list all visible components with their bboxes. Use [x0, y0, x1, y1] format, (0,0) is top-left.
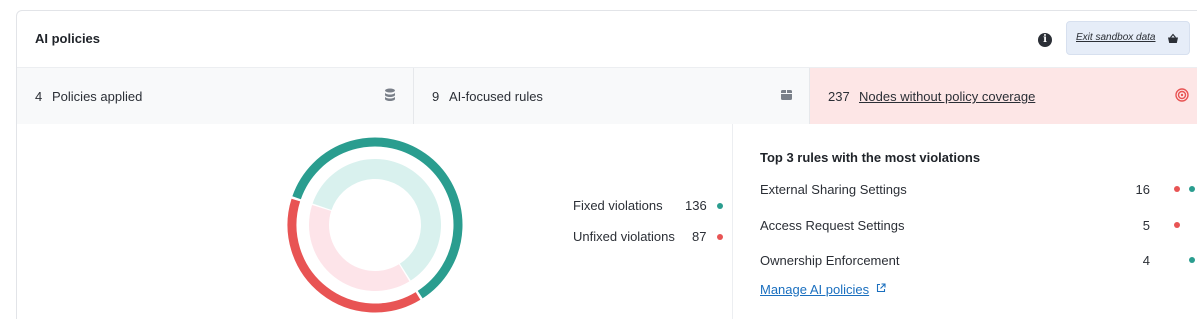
top-rules-pane: Top 3 rules with the most violations Ext…: [732, 124, 1197, 319]
box-icon: [780, 88, 793, 106]
rule-row: Ownership Enforcement 4: [760, 253, 1197, 269]
exit-sandbox-label: Exit sandbox data: [1076, 32, 1156, 43]
stat-policies-applied: 4 Policies applied: [17, 68, 414, 124]
rule-row: External Sharing Settings 16: [760, 182, 1197, 198]
legend-value: 136: [685, 198, 707, 213]
violations-donut-chart: [287, 137, 463, 313]
manage-ai-policies-link[interactable]: Manage AI policies: [760, 282, 869, 297]
stat-count: 4: [35, 89, 43, 104]
nodes-without-coverage-link[interactable]: Nodes without policy coverage: [859, 89, 1035, 104]
stat-count: 9: [432, 89, 440, 104]
external-link-icon[interactable]: [876, 280, 886, 298]
legend-label: Unfixed violations: [573, 229, 675, 244]
rule-count: 5: [1142, 218, 1150, 233]
stat-nodes-uncovered[interactable]: 237 Nodes without policy coverage: [810, 68, 1197, 124]
rule-name: External Sharing Settings: [760, 182, 907, 197]
fixed-dot: [1189, 257, 1195, 263]
stat-ai-rules: 9 AI-focused rules: [414, 68, 810, 124]
rule-name: Ownership Enforcement: [760, 253, 900, 268]
unfixed-dot: [717, 234, 723, 240]
database-icon: [384, 88, 396, 107]
violations-chart-pane: Fixed violations 136 Unfixed violations …: [17, 124, 732, 319]
rule-name: Access Request Settings: [760, 218, 905, 233]
fixed-dot: [1189, 186, 1195, 192]
legend-value: 87: [692, 229, 707, 244]
card-header: AI policies i Exit sandbox data: [17, 11, 1197, 68]
basket-icon: [1167, 32, 1179, 50]
unfixed-dot: [1174, 222, 1180, 228]
card-title: AI policies: [35, 31, 101, 46]
rule-count: 16: [1135, 182, 1150, 197]
rule-row: Access Request Settings 5: [760, 218, 1197, 234]
ai-policies-card: AI policies i Exit sandbox data 4 Polici…: [16, 10, 1197, 319]
legend-label: Fixed violations: [573, 198, 663, 213]
rule-count: 4: [1142, 253, 1150, 268]
legend-fixed: Fixed violations 136: [573, 198, 733, 214]
fixed-dot: [717, 203, 723, 209]
top-rules-title: Top 3 rules with the most violations: [760, 150, 981, 165]
target-icon: [1175, 88, 1189, 107]
stat-label: Policies applied: [52, 89, 143, 104]
stats-bar: 4 Policies applied 9 AI-focused rules 23…: [17, 68, 1197, 124]
legend-unfixed: Unfixed violations 87: [573, 229, 733, 245]
stat-label: AI-focused rules: [449, 89, 543, 104]
exit-sandbox-button[interactable]: Exit sandbox data: [1066, 21, 1190, 55]
unfixed-inner-segment: [309, 204, 410, 291]
stat-count: 237: [828, 89, 850, 104]
unfixed-dot: [1174, 186, 1180, 192]
info-icon[interactable]: i: [1038, 33, 1052, 47]
